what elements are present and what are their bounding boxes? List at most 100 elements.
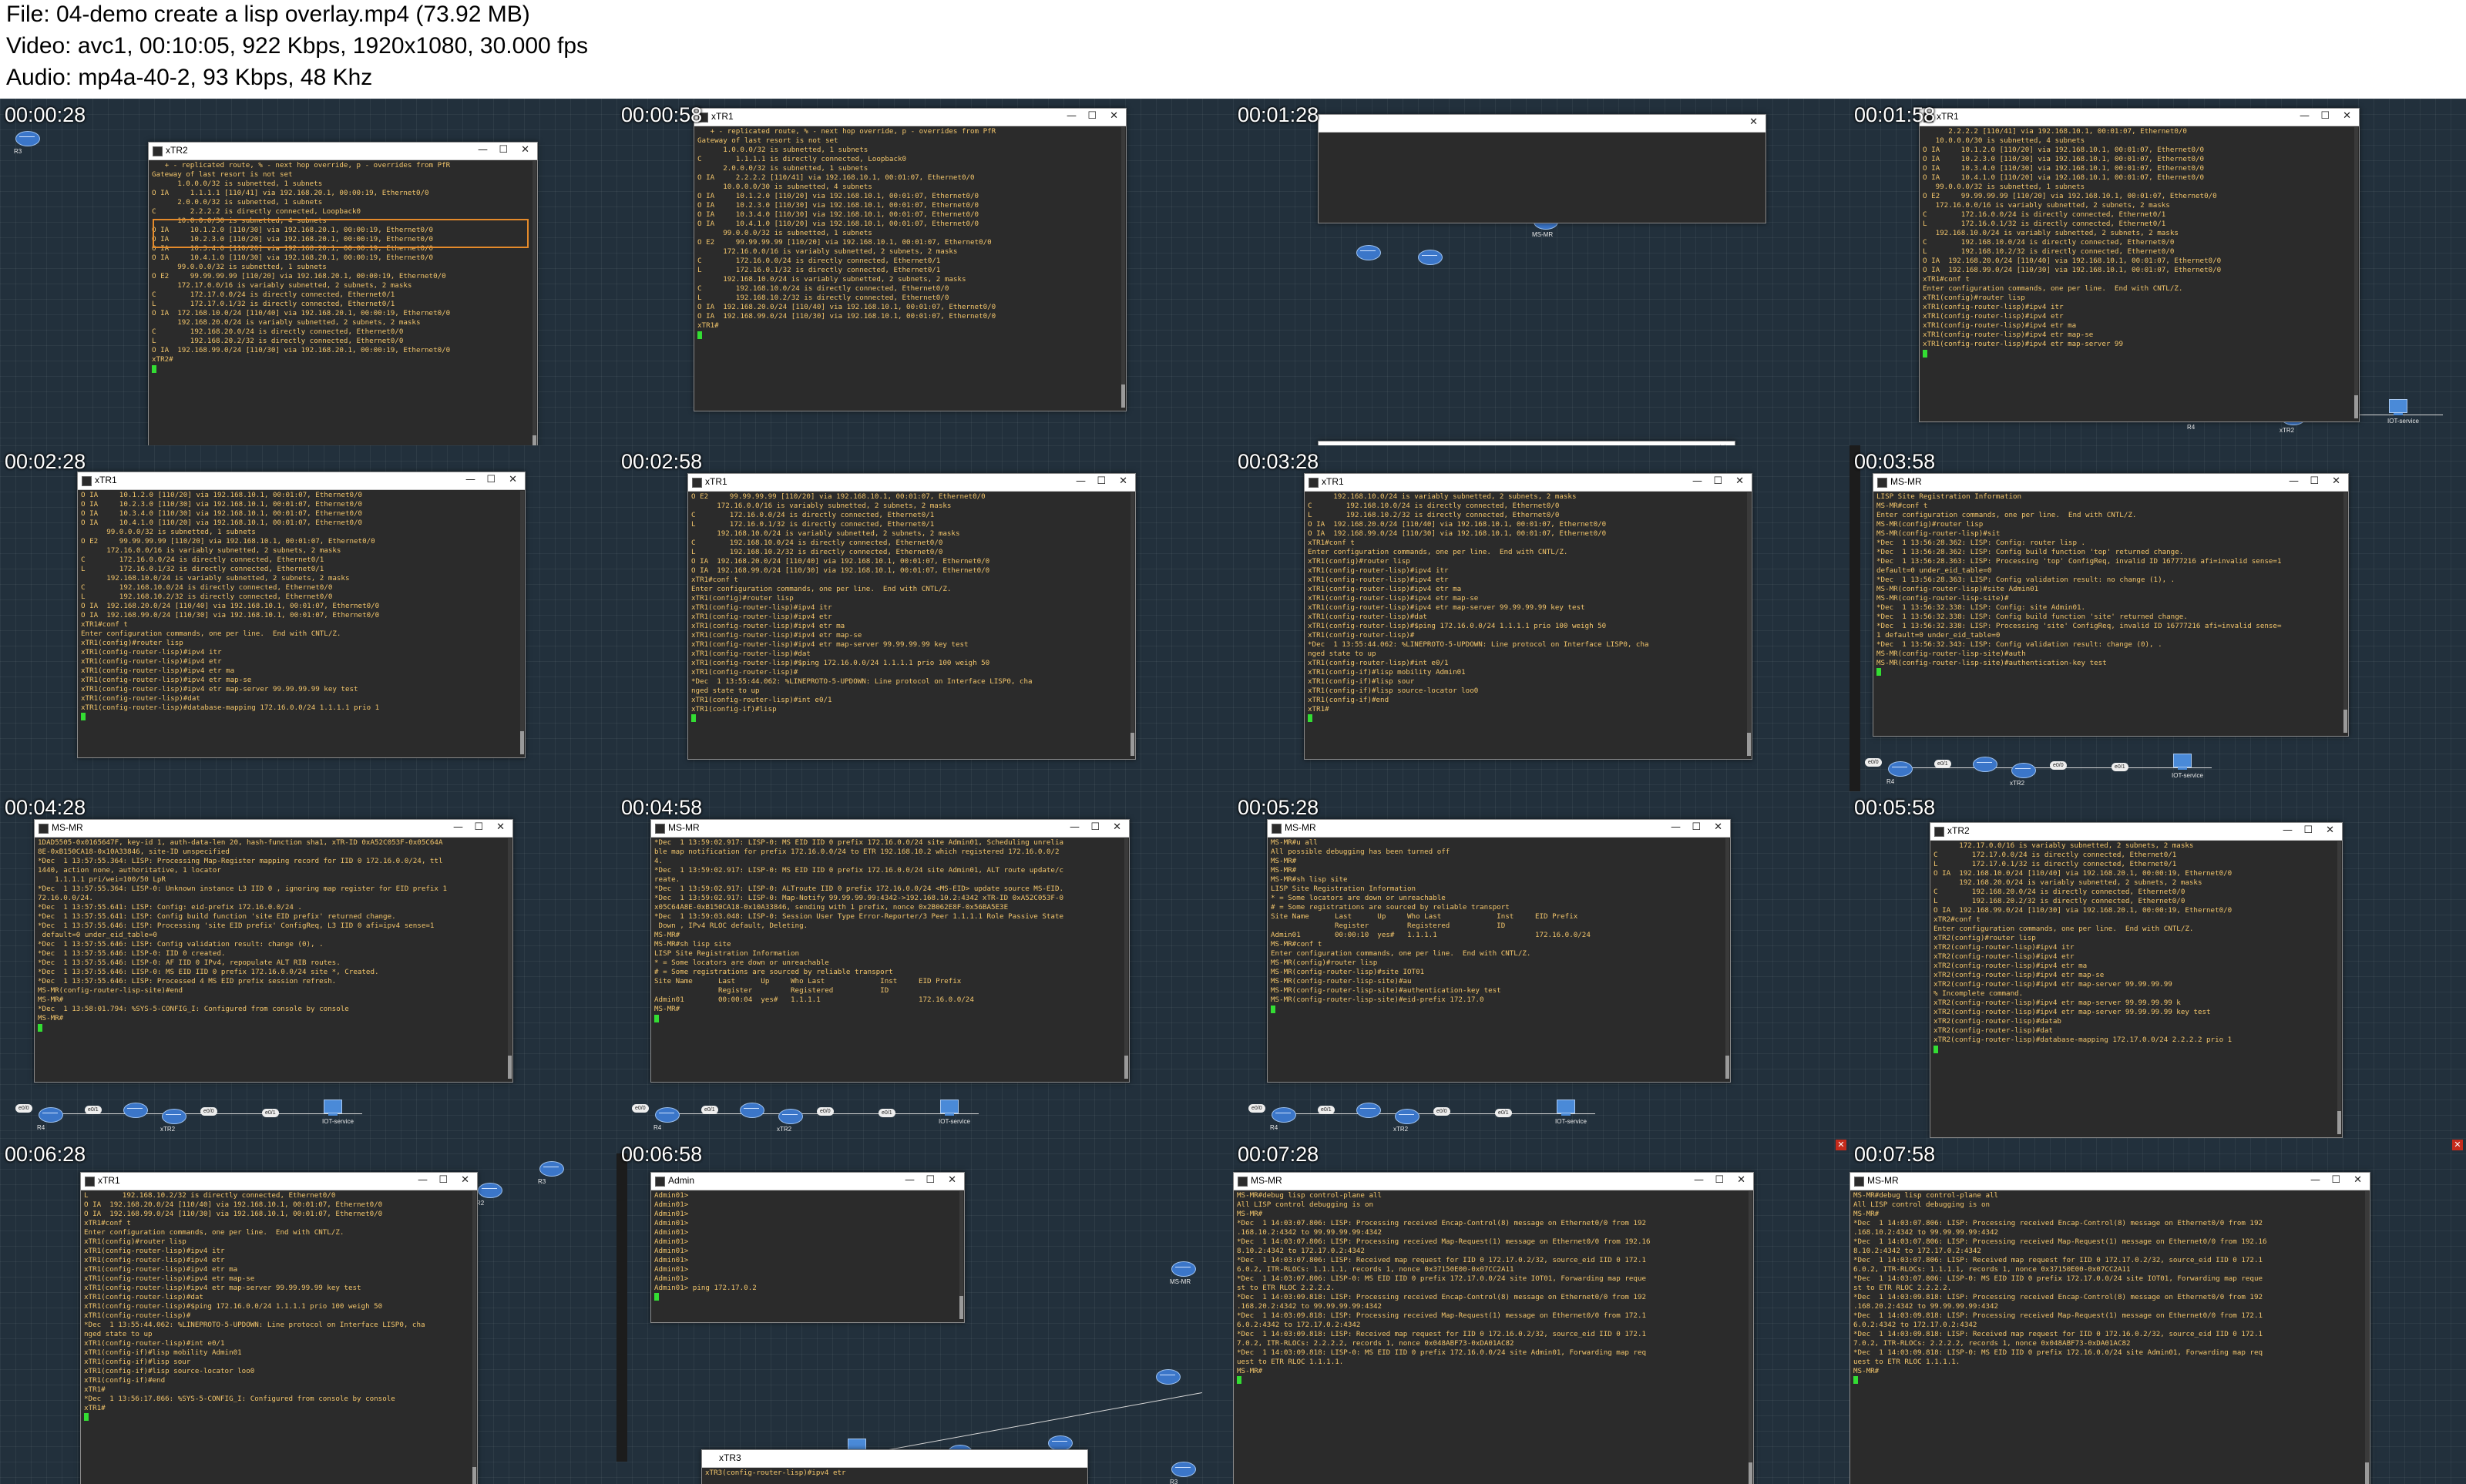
minimize-icon[interactable]: —: [2310, 1174, 2320, 1186]
minimize-icon[interactable]: —: [478, 144, 488, 156]
minimize-icon[interactable]: —: [1076, 475, 1086, 487]
terminal-output[interactable]: + - replicated route, % - next hop overr…: [697, 127, 1121, 409]
close-icon[interactable]: ✕: [2452, 1139, 2463, 1150]
video-thumbnail[interactable]: 00:00:58 xTR1 — ☐ ✕ + - replicated route, % …: [616, 99, 1233, 445]
terminal-scrollbar[interactable]: [1131, 492, 1134, 756]
terminal-window[interactable]: MS-MR — ☐ ✕ *Dec 1 13:59:02.917: LISP-0: MS …: [650, 819, 1130, 1083]
terminal-window[interactable]: MS-MR — ☐ ✕ MS-MR#u all All possible debuggin…: [1267, 819, 1731, 1083]
video-thumbnail[interactable]: 00:07:58 MS-MR — ☐ ✕ MS-MR#debug lisp control…: [1850, 1137, 2466, 1484]
iot-service-node[interactable]: [940, 1100, 959, 1116]
minimize-icon[interactable]: —: [418, 1174, 428, 1186]
video-thumbnail[interactable]: 00:01:28✕MS-MR✕xTR1✕xTR2✕MS-MR: [1233, 99, 1850, 445]
terminal-scrollbar[interactable]: [2354, 127, 2358, 418]
close-icon[interactable]: ✕: [1110, 110, 1118, 122]
terminal-window[interactable]: MS-MR — ☐ ✕ MS-MR#debug lisp control-plane a…: [1233, 1171, 1754, 1484]
iot-service-node[interactable]: [2173, 753, 2192, 770]
xtr2-node[interactable]: [162, 1109, 186, 1124]
minimize-icon[interactable]: —: [1671, 821, 1681, 833]
video-thumbnail[interactable]: 00:05:28 MS-MR — ☐ ✕ MS-MR#u all All possible …: [1233, 791, 1850, 1138]
msmr-node[interactable]: [1171, 1261, 1196, 1277]
terminal-window[interactable]: xTR2 — ☐ ✕ 172.17.0.0/16 is variably subnet…: [1930, 822, 2343, 1138]
terminal-scrollbar[interactable]: [1747, 492, 1751, 756]
window-titlebar[interactable]: xTR1 — ☐ ✕: [1920, 109, 2359, 126]
close-icon[interactable]: ✕: [461, 1174, 469, 1186]
terminal-scrollbar[interactable]: [508, 838, 512, 1079]
iot-service-node[interactable]: [1557, 1100, 1575, 1116]
terminal-output[interactable]: 1DAD5505-0x0165647F, key-id 1, auth-data…: [38, 838, 508, 1080]
window-titlebar[interactable]: xTR1 — ☐ ✕: [1305, 473, 1752, 492]
close-icon[interactable]: ✕: [521, 144, 529, 156]
terminal-output[interactable]: O E2 99.99.99.99 [110/20] via 192.168.10…: [691, 492, 1131, 757]
terminal-output[interactable]: MS-MR#debug lisp control-plane all All LI…: [1853, 1191, 2365, 1484]
terminal-scrollbar[interactable]: [520, 490, 524, 754]
router-node[interactable]: [1356, 245, 1381, 260]
minimize-icon[interactable]: —: [465, 474, 475, 485]
minimize-icon[interactable]: —: [905, 1174, 915, 1186]
router-node[interactable]: [1156, 1368, 1181, 1385]
video-thumbnail[interactable]: 00:06:58 Admin — ☐ ✕ Admin01> Admin01> Admin01>…: [616, 1137, 1233, 1484]
router-node[interactable]: [740, 1103, 764, 1118]
r3-node[interactable]: [15, 131, 40, 146]
r3-node[interactable]: [1171, 1461, 1196, 1477]
terminal-window[interactable]: MS-MR — ☐ ✕ MS-MR#debug lisp control-plane a…: [1850, 1171, 2370, 1484]
terminal-scrollbar[interactable]: [2343, 492, 2347, 733]
r4-node[interactable]: [655, 1107, 680, 1123]
terminal-window[interactable]: xTR1 — ☐ ✕ 2.2.2.2 [110/41] via 192.168.10.…: [1919, 108, 2360, 422]
terminal-window[interactable]: xTR2 — ☐ ✕ + - replicated route, % - next h…: [148, 142, 538, 445]
window-titlebar[interactable]: MS-MR — ☐ ✕: [1873, 473, 2348, 492]
close-icon[interactable]: ✕: [496, 821, 505, 833]
maximize-icon[interactable]: ☐: [2310, 475, 2319, 487]
terminal-scrollbar[interactable]: [1124, 838, 1128, 1079]
window-titlebar[interactable]: MS-MR — ☐ ✕: [1234, 1172, 1753, 1190]
terminal-output[interactable]: 192.168.10.0/24 is variably subnetted, 2…: [1308, 492, 1747, 757]
maximize-icon[interactable]: ☐: [1715, 1174, 1724, 1186]
r2-node[interactable]: [478, 1182, 502, 1198]
xtr2-node[interactable]: [2011, 762, 2036, 778]
terminal-output[interactable]: *Dec 1 13:59:02.917: LISP-0: MS EID IID …: [654, 838, 1124, 1080]
window-titlebar[interactable]: MS-MR — ☐ ✕: [651, 820, 1129, 838]
video-thumbnail[interactable]: 00:02:28 xTR1 — ☐ ✕ O IA 10.1.2.0 [110/20] vi…: [0, 445, 616, 791]
minimize-icon[interactable]: —: [1694, 1174, 1704, 1186]
video-thumbnail[interactable]: 00:07:28 MS-MR — ☐ ✕ MS-MR#debug lisp control…: [1233, 1137, 1850, 1484]
close-icon[interactable]: ✕: [1735, 475, 1744, 487]
video-thumbnail[interactable]: 00:03:58 MS-MR — ☐ ✕ LISP Site Registration I…: [1850, 445, 2466, 791]
window-titlebar[interactable]: xTR1 — ☐ ✕: [694, 109, 1126, 126]
maximize-icon[interactable]: ☐: [1090, 821, 1100, 833]
iot-service-node[interactable]: [324, 1100, 342, 1116]
video-thumbnail[interactable]: 00:00:28 xTR2 — ☐ ✕ + - replicated route, % …: [0, 99, 616, 445]
r4-node[interactable]: [39, 1107, 63, 1123]
window-titlebar[interactable]: MS-MR — ☐ ✕: [35, 820, 512, 838]
minimize-icon[interactable]: —: [453, 821, 463, 833]
video-thumbnail[interactable]: 00:03:28 xTR1— ☐ ✕ 192.168.10.0/24 is varia…: [1233, 445, 1850, 791]
close-icon[interactable]: ✕: [2353, 1174, 2362, 1186]
xtr2-node[interactable]: [778, 1109, 803, 1124]
mini-terminal-window[interactable]: ✕: [1318, 114, 1766, 223]
close-icon[interactable]: ✕: [1737, 1174, 1745, 1186]
maximize-icon[interactable]: ☐: [499, 144, 508, 156]
maximize-icon[interactable]: ☐: [2303, 824, 2313, 836]
minimize-icon[interactable]: —: [2300, 110, 2310, 122]
terminal-window[interactable]: xTR1 — ☐ ✕ L 192.168.10.2/32 is directly con…: [80, 1171, 478, 1484]
window-titlebar[interactable]: xTR1 — ☐ ✕: [688, 473, 1135, 492]
close-icon[interactable]: ✕: [2332, 475, 2340, 487]
close-icon[interactable]: ✕: [1836, 1139, 1846, 1150]
terminal-window[interactable]: MS-MR — ☐ ✕ LISP Site Registration Informati…: [1873, 472, 2349, 737]
r1-node[interactable]: [1048, 1435, 1073, 1451]
terminal-output[interactable]: L 192.168.10.2/32 is directly connected,…: [84, 1191, 472, 1484]
router-node[interactable]: [1418, 250, 1443, 265]
close-icon[interactable]: ✕: [1119, 475, 1127, 487]
terminal-window[interactable]: xTR1 — ☐ ✕ O E2 99.99.99.99 [110/20] via 192…: [687, 472, 1136, 760]
mini-terminal-window[interactable]: xTR1 ✕: [1318, 441, 1735, 445]
terminal-scrollbar[interactable]: [959, 1190, 963, 1319]
partial-terminal-window[interactable]: xTR3 xTR3(config-router-lisp)#ipv4 etr: [701, 1449, 1088, 1484]
terminal-output[interactable]: MS-MR#u all All possible debugging has be…: [1271, 838, 1725, 1080]
terminal-output[interactable]: 172.17.0.0/16 is variably subnetted, 2 s…: [1933, 841, 2337, 1136]
router-node[interactable]: [123, 1103, 148, 1118]
terminal-window[interactable]: xTR1 — ☐ ✕ O IA 10.1.2.0 [110/20] via 192.16…: [77, 471, 526, 758]
terminal-scrollbar[interactable]: [1121, 127, 1125, 408]
window-titlebar[interactable]: MS-MR — ☐ ✕: [1850, 1172, 2370, 1190]
maximize-icon[interactable]: ☐: [1692, 821, 1701, 833]
terminal-scrollbar[interactable]: [1749, 1190, 1752, 1484]
maximize-icon[interactable]: ☐: [2320, 110, 2330, 122]
video-thumbnail[interactable]: 00:02:58 xTR1 — ☐ ✕ O E2 99.99.99.99 [110/20]…: [616, 445, 1233, 791]
